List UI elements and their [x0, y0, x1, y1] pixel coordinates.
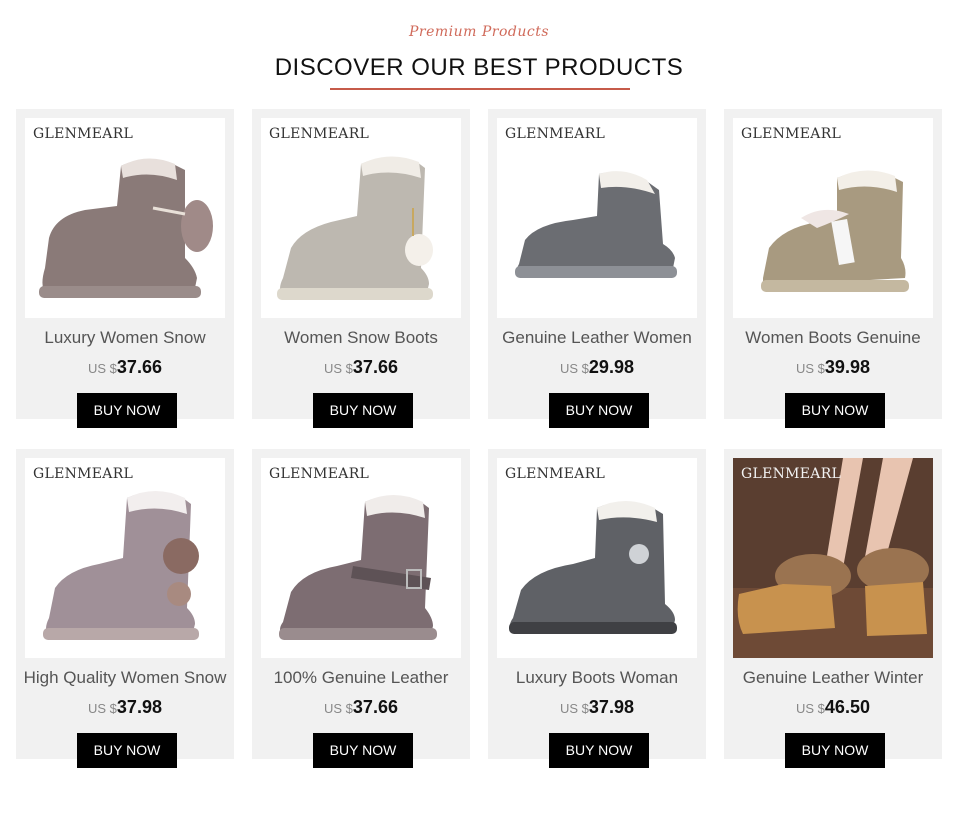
price-amount: 37.66: [352, 357, 398, 377]
product-price: US $39.98: [724, 357, 942, 378]
product-name[interactable]: Genuine Leather Winter: [724, 668, 942, 688]
brand-label: GLENMEARL: [741, 466, 842, 482]
buy-now-button[interactable]: BUY NOW: [549, 733, 649, 768]
product-image[interactable]: GLENMEARL: [25, 118, 225, 318]
product-price: US $37.66: [252, 357, 470, 378]
lifestyle-photo-icon: [733, 458, 933, 658]
price-amount: 37.66: [352, 697, 398, 717]
product-name[interactable]: Women Boots Genuine: [724, 328, 942, 348]
buy-now-button[interactable]: BUY NOW: [77, 733, 177, 768]
product-card[interactable]: GLENMEARL Genuine Leather Winter US $46.…: [724, 449, 942, 768]
buy-now-button[interactable]: BUY NOW: [785, 393, 885, 428]
product-card[interactable]: GLENMEARL Genuine Leather Women US $29.9…: [488, 109, 706, 428]
price-amount: 37.98: [588, 697, 634, 717]
product-price: US $29.98: [488, 357, 706, 378]
product-name[interactable]: Luxury Women Snow: [16, 328, 234, 348]
boot-image-icon: [509, 501, 677, 634]
product-card[interactable]: GLENMEARL High Quality Women Snow US $37…: [16, 449, 234, 768]
product-image[interactable]: GLENMEARL: [733, 118, 933, 318]
price-amount: 37.66: [116, 357, 162, 377]
buy-now-button[interactable]: BUY NOW: [549, 393, 649, 428]
product-name[interactable]: Luxury Boots Woman: [488, 668, 706, 688]
brand-label: GLENMEARL: [269, 126, 370, 142]
currency-label: US $: [324, 701, 353, 716]
product-price: US $37.98: [488, 697, 706, 718]
script-subtitle: Premium Products: [408, 24, 550, 40]
product-card[interactable]: GLENMEARL Luxury Boots Woman US $37.98 B…: [488, 449, 706, 768]
product-card[interactable]: GLENMEARL Luxury Women Snow US $37.66 BU…: [16, 109, 234, 428]
boot-image-icon: [515, 171, 677, 278]
currency-label: US $: [796, 701, 825, 716]
product-name[interactable]: 100% Genuine Leather: [252, 668, 470, 688]
price-amount: 46.50: [824, 697, 870, 717]
boot-image-icon: [761, 170, 909, 292]
product-name[interactable]: Women Snow Boots: [252, 328, 470, 348]
brand-label: GLENMEARL: [269, 466, 370, 482]
brand-label: GLENMEARL: [505, 466, 606, 482]
title-underline: [330, 88, 630, 90]
price-amount: 37.98: [116, 697, 162, 717]
product-image[interactable]: GLENMEARL: [261, 118, 461, 318]
currency-label: US $: [796, 361, 825, 376]
currency-label: US $: [560, 361, 589, 376]
product-price: US $37.66: [252, 697, 470, 718]
boot-image-icon: [43, 491, 199, 640]
buy-now-button[interactable]: BUY NOW: [77, 393, 177, 428]
brand-label: GLENMEARL: [505, 126, 606, 142]
brand-label: GLENMEARL: [33, 466, 134, 482]
product-price: US $37.66: [16, 357, 234, 378]
boot-image-icon: [279, 495, 437, 640]
product-name[interactable]: Genuine Leather Women: [488, 328, 706, 348]
page-title: DISCOVER OUR BEST PRODUCTS: [274, 54, 684, 81]
product-card[interactable]: GLENMEARL Women Boots Genuine US $39.98 …: [724, 109, 942, 428]
product-price: US $46.50: [724, 697, 942, 718]
product-image[interactable]: GLENMEARL: [497, 458, 697, 658]
product-name[interactable]: High Quality Women Snow: [16, 668, 234, 688]
product-price: US $37.98: [16, 697, 234, 718]
brand-label: GLENMEARL: [33, 126, 134, 142]
price-amount: 29.98: [588, 357, 634, 377]
currency-label: US $: [88, 361, 117, 376]
product-image[interactable]: GLENMEARL: [261, 458, 461, 658]
product-image[interactable]: GLENMEARL: [497, 118, 697, 318]
boot-image-icon: [277, 156, 433, 300]
buy-now-button[interactable]: BUY NOW: [313, 733, 413, 768]
buy-now-button[interactable]: BUY NOW: [313, 393, 413, 428]
buy-now-button[interactable]: BUY NOW: [785, 733, 885, 768]
brand-label: GLENMEARL: [741, 126, 842, 142]
boot-image-icon: [39, 158, 213, 298]
product-image[interactable]: GLENMEARL: [25, 458, 225, 658]
product-image[interactable]: GLENMEARL: [733, 458, 933, 658]
product-card[interactable]: GLENMEARL Women Snow Boots US $37.66 BUY…: [252, 109, 470, 428]
currency-label: US $: [88, 701, 117, 716]
currency-label: US $: [560, 701, 589, 716]
currency-label: US $: [324, 361, 353, 376]
product-card[interactable]: GLENMEARL 100% Genuine Leather US $37.66…: [252, 449, 470, 768]
price-amount: 39.98: [824, 357, 870, 377]
